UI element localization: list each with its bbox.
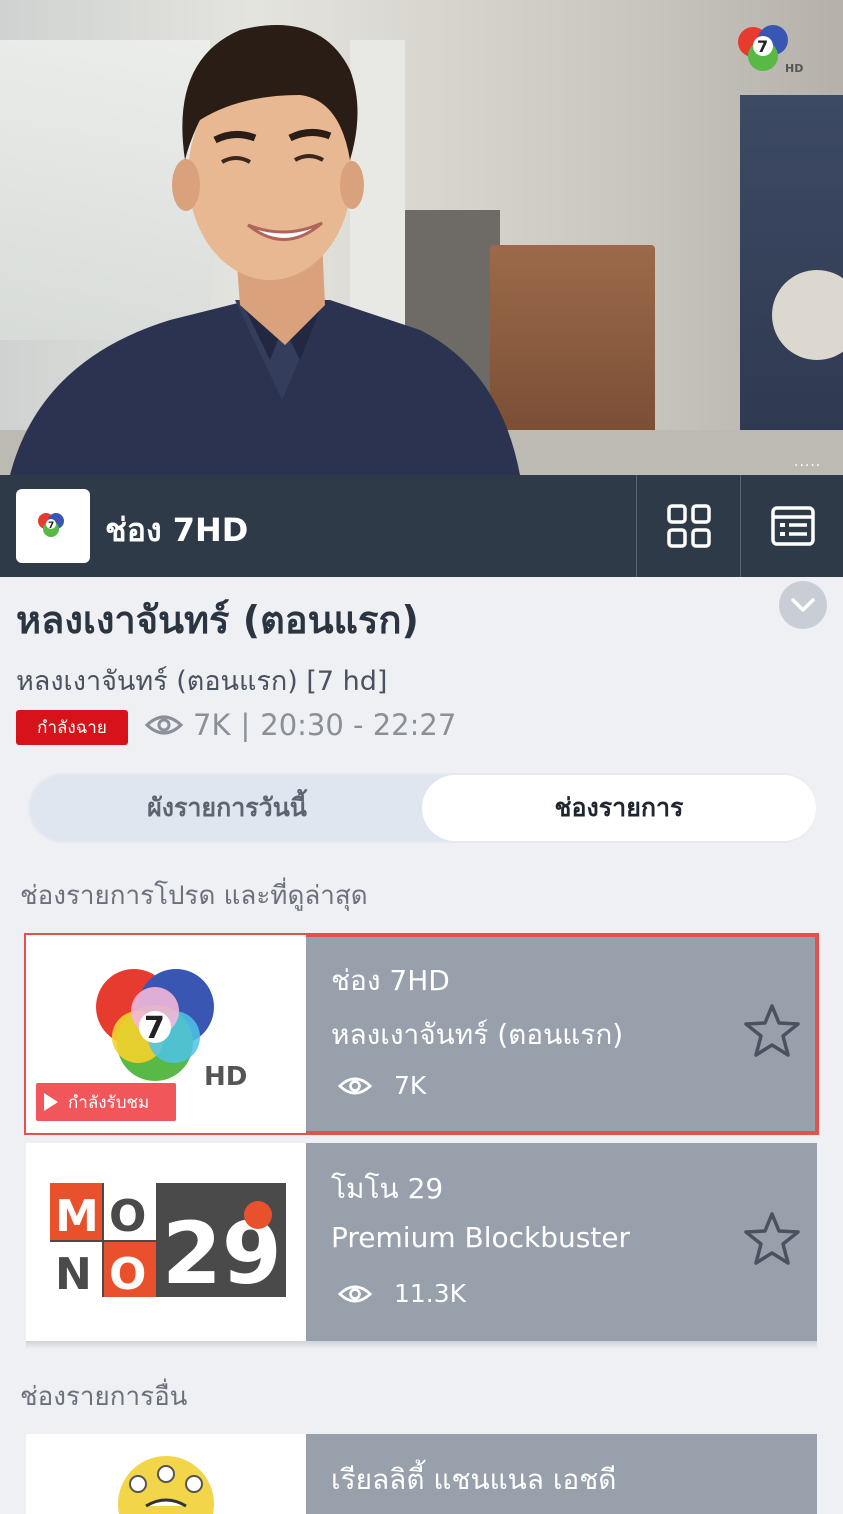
program-guide-button[interactable] — [740, 475, 843, 577]
svg-text:7: 7 — [144, 1011, 165, 1046]
channel-card-reality[interactable]: เรียลลิตี้ แชนแนล เอชดี — [26, 1434, 817, 1514]
channel-name: ช่อง 7HD — [105, 511, 249, 549]
grid-icon — [666, 504, 711, 548]
channel-card-name: โมโน 29 — [331, 1172, 444, 1205]
channel-thumbnail: M O N O 29 — [26, 1143, 306, 1341]
channel-card-name: ช่อง 7HD — [331, 964, 450, 997]
program-title: หลงเงาจันทร์ (ตอนแรก) — [16, 598, 419, 642]
channel-thumbnail — [26, 1434, 306, 1514]
collapse-button[interactable] — [779, 581, 827, 629]
program-meta: 7K | 20:30 - 22:27 — [145, 708, 456, 742]
eye-icon — [145, 715, 183, 735]
mono29-logo-icon: M O N O 29 — [50, 1183, 286, 1304]
channel-card-program: หลงเงาจันทร์ (ตอนแรก) — [331, 1018, 624, 1051]
presenter-image — [10, 25, 520, 475]
watching-badge: กำลังรับชม — [36, 1083, 176, 1121]
channel-card-program: Premium Blockbuster — [331, 1221, 631, 1254]
channel-card-body: โมโน 29 Premium Blockbuster 11.3K — [306, 1143, 817, 1341]
grid-view-button[interactable] — [636, 475, 740, 577]
watching-label: กำลังรับชม — [68, 1092, 150, 1113]
section-other-heading: ช่องรายการอื่น — [20, 1382, 188, 1412]
tab-channels[interactable]: ช่องรายการ — [422, 775, 816, 841]
live-badge: กำลังฉาย — [16, 710, 128, 745]
favorite-star-icon[interactable] — [743, 1211, 801, 1267]
view-count: 7K — [394, 1071, 427, 1100]
reality-channel-logo-icon — [118, 1456, 214, 1514]
svg-text:O: O — [109, 1249, 146, 1300]
eye-icon — [338, 1077, 372, 1094]
svg-text:HD: HD — [204, 1062, 247, 1092]
channel-card-mono29[interactable]: M O N O 29 โมโน 29 Premium Blockbuster 1… — [26, 1143, 817, 1341]
svg-text:O: O — [109, 1191, 146, 1242]
channel-7-icon: 7 — [38, 513, 64, 537]
play-icon — [44, 1093, 58, 1111]
view-count: 11.3K — [394, 1279, 467, 1308]
list-icon — [770, 506, 815, 546]
section-favorites-heading: ช่องรายการโปรด และที่ดูล่าสุด — [20, 881, 368, 911]
svg-text:N: N — [55, 1249, 92, 1300]
channel-card-views: 11.3K — [338, 1279, 466, 1308]
program-subtitle: หลงเงาจันทร์ (ตอนแรก) [7 hd] — [16, 666, 388, 697]
time-range: 20:30 - 22:27 — [260, 708, 457, 742]
channel-card-body: เรียลลิตี้ แชนแนล เอชดี — [306, 1434, 817, 1514]
channel-bar: 7 ช่อง 7HD — [0, 475, 843, 577]
svg-text:7: 7 — [48, 521, 54, 531]
video-player[interactable]: 7 HD ..... — [0, 0, 843, 475]
meta-separator: | — [240, 708, 251, 742]
channel-7hd-watermark-icon: 7 HD — [738, 25, 803, 75]
channel-thumbnail: 7 HD กำลังรับชม — [26, 935, 306, 1133]
channel-card-body: ช่อง 7HD หลงเงาจันทร์ (ตอนแรก) 7K — [306, 935, 817, 1133]
tab-today-schedule[interactable]: ผังรายการวันนี้ — [30, 775, 424, 841]
channel-card-name: เรียลลิตี้ แชนแนล เอชดี — [331, 1463, 617, 1496]
channel-card-7hd[interactable]: 7 HD กำลังรับชม ช่อง 7HD หลงเงาจันทร์ (ต… — [24, 933, 819, 1135]
card-shadow — [26, 1341, 817, 1349]
eye-icon — [338, 1285, 372, 1302]
svg-text:M: M — [55, 1191, 99, 1242]
player-more-indicator[interactable]: ..... — [794, 455, 821, 469]
viewer-count: 7K — [193, 708, 231, 742]
svg-text:7: 7 — [757, 37, 768, 56]
chevron-down-icon — [791, 598, 815, 612]
channel-card-views: 7K — [338, 1071, 426, 1100]
svg-text:HD: HD — [785, 62, 803, 75]
channel-logo[interactable]: 7 — [16, 489, 90, 563]
tab-switcher: ผังรายการวันนี้ ช่องรายการ — [28, 773, 816, 843]
favorite-star-icon[interactable] — [743, 1003, 801, 1059]
